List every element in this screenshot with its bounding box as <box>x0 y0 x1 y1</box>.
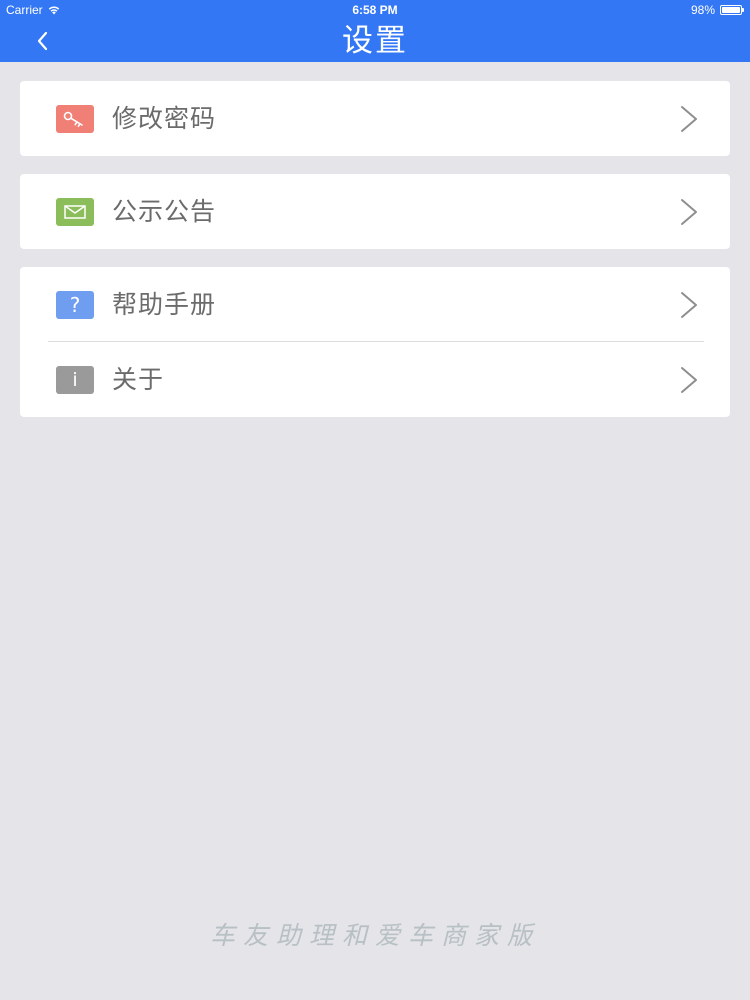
menu-item-help-manual[interactable]: ? 帮助手册 <box>20 267 730 342</box>
menu-item-change-password[interactable]: 修改密码 <box>20 81 730 156</box>
chevron-right-icon <box>681 199 697 225</box>
info-icon: i <box>56 366 94 394</box>
menu-item-about[interactable]: i 关于 <box>20 342 730 417</box>
chevron-right-icon <box>681 292 697 318</box>
chevron-right-icon <box>681 106 697 132</box>
menu-item-announcements[interactable]: 公示公告 <box>20 174 730 249</box>
clock: 6:58 PM <box>352 3 398 17</box>
question-icon: ? <box>56 291 94 319</box>
settings-group-account: 修改密码 <box>20 81 730 156</box>
battery-fill <box>722 7 740 13</box>
battery-indicator: 98% <box>690 3 744 17</box>
nav-bar: 设置 <box>0 20 750 62</box>
menu-item-label: 公示公告 <box>112 197 217 226</box>
page-title: 设置 <box>342 23 408 59</box>
battery-icon <box>720 5 744 15</box>
menu-item-label: 关于 <box>112 365 165 394</box>
key-icon <box>56 105 94 133</box>
menu-item-label: 修改密码 <box>112 104 217 133</box>
settings-group-notices: 公示公告 <box>20 174 730 249</box>
menu-item-label: 帮助手册 <box>112 290 217 319</box>
status-bar: Carrier 6:58 PM 98% <box>0 0 750 20</box>
battery-percent: 98% <box>690 3 715 17</box>
settings-group-info: ? 帮助手册 i 关于 <box>20 267 730 417</box>
envelope-icon <box>56 198 94 226</box>
footer-brand: 车友助理和爱车商家版 <box>209 921 540 950</box>
chevron-right-icon <box>681 367 697 393</box>
